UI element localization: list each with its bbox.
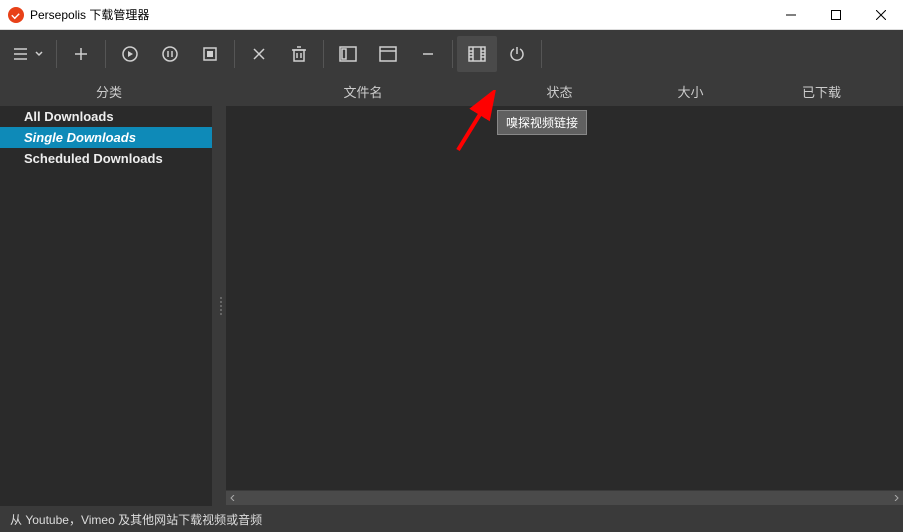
video-finder-tooltip: 嗅探视频链接 [497, 110, 587, 135]
col-downloaded[interactable]: 已下载 [756, 82, 887, 101]
shutdown-button[interactable] [497, 36, 537, 72]
delete-button[interactable] [279, 36, 319, 72]
scroll-right-button[interactable] [889, 491, 903, 505]
status-text: 从 Youtube，Vimeo 及其他网站下载视频或音频 [10, 511, 262, 528]
download-list-body[interactable] [226, 106, 903, 490]
app-body: 嗅探视频链接 分类 文件名 状态 大小 已下载 All Downloads Si… [0, 30, 903, 532]
close-button[interactable] [858, 0, 903, 30]
scroll-left-button[interactable] [226, 491, 240, 505]
col-size[interactable]: 大小 [625, 82, 756, 101]
pause-button[interactable] [150, 36, 190, 72]
status-bar: 从 Youtube，Vimeo 及其他网站下载视频或音频 [0, 506, 903, 532]
category-single-downloads[interactable]: Single Downloads [0, 127, 212, 148]
remove-button[interactable] [239, 36, 279, 72]
download-list [226, 106, 903, 506]
video-finder-button[interactable] [457, 36, 497, 72]
splitter-handle[interactable] [216, 106, 226, 506]
category-all-downloads[interactable]: All Downloads [0, 106, 212, 127]
properties-button[interactable] [328, 36, 368, 72]
progress-window-button[interactable] [368, 36, 408, 72]
scroll-track[interactable] [240, 491, 889, 505]
toolbar [0, 30, 903, 78]
stop-button[interactable] [190, 36, 230, 72]
col-filename[interactable]: 文件名 [232, 82, 494, 101]
category-scheduled-downloads[interactable]: Scheduled Downloads [0, 148, 212, 169]
column-headers: 文件名 状态 大小 已下载 [232, 82, 887, 101]
horizontal-scrollbar[interactable] [226, 490, 903, 506]
category-sidebar: All Downloads Single Downloads Scheduled… [0, 106, 212, 506]
minimize-tray-button[interactable] [408, 36, 448, 72]
app-icon [8, 7, 24, 23]
resume-button[interactable] [110, 36, 150, 72]
maximize-button[interactable] [813, 0, 858, 30]
title-bar: Persepolis 下载管理器 [0, 0, 903, 30]
window-controls [768, 0, 903, 30]
category-header: 分类 [0, 82, 218, 101]
col-status[interactable]: 状态 [494, 82, 625, 101]
add-download-button[interactable] [61, 36, 101, 72]
window-title: Persepolis 下载管理器 [30, 6, 149, 23]
menu-button[interactable] [4, 36, 52, 72]
minimize-button[interactable] [768, 0, 813, 30]
